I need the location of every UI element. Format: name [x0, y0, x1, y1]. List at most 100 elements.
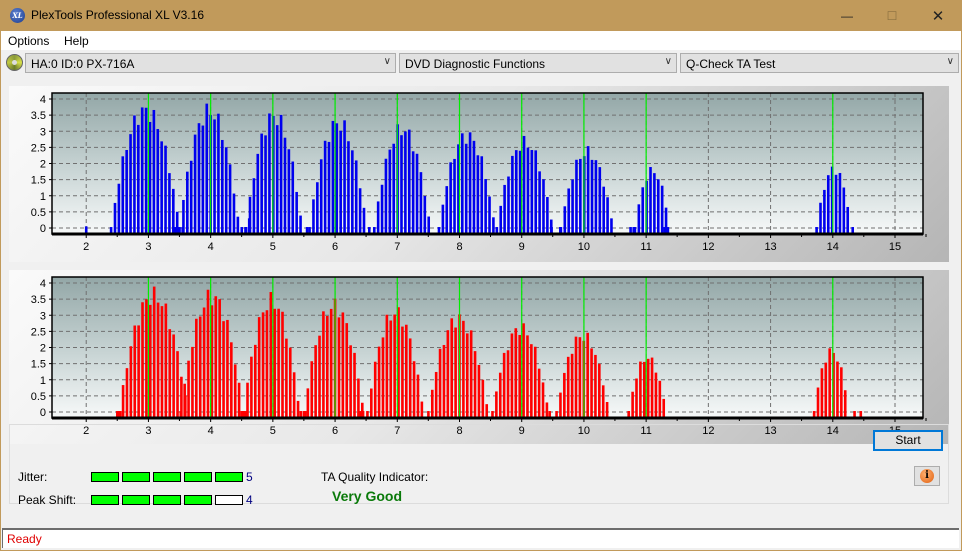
histogram-bar: [598, 363, 601, 418]
histogram-bar: [187, 360, 190, 418]
histogram-bar: [384, 158, 388, 234]
histogram-bar: [541, 382, 545, 418]
histogram-bar: [358, 188, 362, 234]
y-tick-label: 2: [40, 159, 46, 171]
histogram-bar: [654, 372, 658, 418]
function-select[interactable]: DVD Diagnostic Functions ∨: [399, 53, 677, 73]
window-title: PlexTools Professional XL V3.16: [31, 8, 204, 22]
histogram-bar: [506, 350, 510, 418]
y-tick-label: 1: [40, 191, 46, 203]
results-group: [9, 424, 949, 504]
jitter-segment: [122, 472, 150, 482]
histogram-bar: [392, 143, 396, 234]
histogram-bar: [464, 143, 468, 234]
histogram-bar: [566, 356, 570, 418]
histogram-bar: [168, 173, 171, 234]
histogram-bar: [291, 161, 295, 234]
test-select[interactable]: Q-Check TA Test ∨: [680, 53, 959, 73]
histogram-bar: [590, 159, 594, 234]
ta-quality-value: Very Good: [332, 488, 403, 504]
histogram-bar: [129, 134, 132, 234]
histogram-bar: [571, 179, 574, 234]
histogram-bar: [393, 314, 396, 418]
histogram-bar: [129, 346, 133, 418]
minimize-button[interactable]: —: [824, 0, 870, 31]
histogram-bar: [228, 164, 232, 234]
histogram-bar: [268, 113, 271, 234]
histogram-bar: [261, 312, 265, 418]
histogram-bar: [462, 320, 465, 418]
x-tick-label: 11: [640, 241, 651, 253]
jitter-segment: [184, 472, 212, 482]
histogram-bar: [472, 140, 476, 234]
histogram-bar: [218, 299, 221, 418]
histogram-bar: [222, 321, 225, 418]
histogram-bar: [590, 348, 593, 418]
histogram-bar: [649, 167, 652, 234]
histogram-bar: [563, 372, 566, 418]
x-tick-label: 12: [702, 241, 714, 253]
start-button[interactable]: Start: [873, 430, 943, 451]
histogram-bar: [530, 150, 534, 234]
histogram-bar: [578, 337, 582, 418]
histogram-bar: [160, 306, 164, 418]
bottom-chart: 00.511.522.533.5423456789101112131415: [31, 276, 927, 437]
histogram-bar: [415, 153, 419, 234]
histogram-bar: [602, 186, 605, 234]
histogram-bar: [499, 205, 503, 234]
menu-options[interactable]: Options: [8, 34, 49, 48]
minimize-icon: —: [841, 8, 853, 23]
disc-drive-icon: [6, 54, 23, 71]
histogram-bar: [434, 371, 438, 418]
histogram-bar: [498, 372, 502, 418]
histogram-bar: [502, 352, 506, 418]
title-bar: XL PlexTools Professional XL V3.16 — ☐ ✕: [0, 0, 962, 31]
histogram-bar: [559, 392, 562, 418]
x-tick-label: 7: [394, 241, 400, 253]
histogram-bar: [485, 404, 489, 418]
x-tick-label: 6: [332, 241, 338, 253]
histogram-bar: [277, 308, 280, 418]
histogram-bar: [217, 113, 220, 234]
histogram-bar: [639, 361, 642, 418]
histogram-bar: [113, 202, 117, 234]
histogram-bar: [198, 316, 202, 418]
menu-help[interactable]: Help: [64, 34, 89, 48]
close-button[interactable]: ✕: [915, 0, 961, 31]
histogram-bar: [445, 186, 449, 234]
histogram-bar: [288, 347, 292, 418]
x-tick-label: 9: [519, 241, 525, 253]
y-tick-label: 0: [40, 407, 46, 419]
histogram-bar: [292, 372, 296, 418]
peak-shift-segment: [91, 495, 119, 505]
histogram-bar: [492, 217, 495, 234]
histogram-bar: [125, 149, 128, 234]
histogram-bar: [314, 345, 317, 418]
histogram-bar: [526, 335, 529, 418]
histogram-bar: [331, 120, 335, 234]
histogram-bar: [201, 125, 205, 234]
histogram-bar: [526, 147, 530, 234]
histogram-bar: [405, 324, 408, 418]
histogram-bar: [351, 150, 354, 234]
histogram-bar: [299, 215, 302, 234]
x-tick-label: 4: [208, 241, 214, 253]
histogram-bar: [226, 319, 229, 418]
x-tick-label: 3: [145, 241, 151, 253]
ta-quality-label: TA Quality Indicator:: [321, 470, 429, 484]
histogram-bar: [449, 162, 452, 234]
histogram-bar: [408, 338, 412, 418]
histogram-bar: [574, 336, 578, 418]
histogram-bar: [575, 159, 578, 234]
histogram-bar: [846, 206, 850, 234]
maximize-button[interactable]: ☐: [869, 0, 915, 31]
histogram-bar: [197, 123, 201, 234]
histogram-bar: [468, 132, 472, 234]
histogram-bar: [842, 187, 846, 234]
histogram-bar: [453, 158, 456, 234]
histogram-bar: [385, 314, 389, 418]
y-tick-label: 2.5: [31, 326, 46, 338]
histogram-bar: [264, 135, 267, 234]
drive-select[interactable]: HA:0 ID:0 PX-716A ∨: [25, 53, 396, 73]
info-button[interactable]: i: [914, 466, 940, 486]
